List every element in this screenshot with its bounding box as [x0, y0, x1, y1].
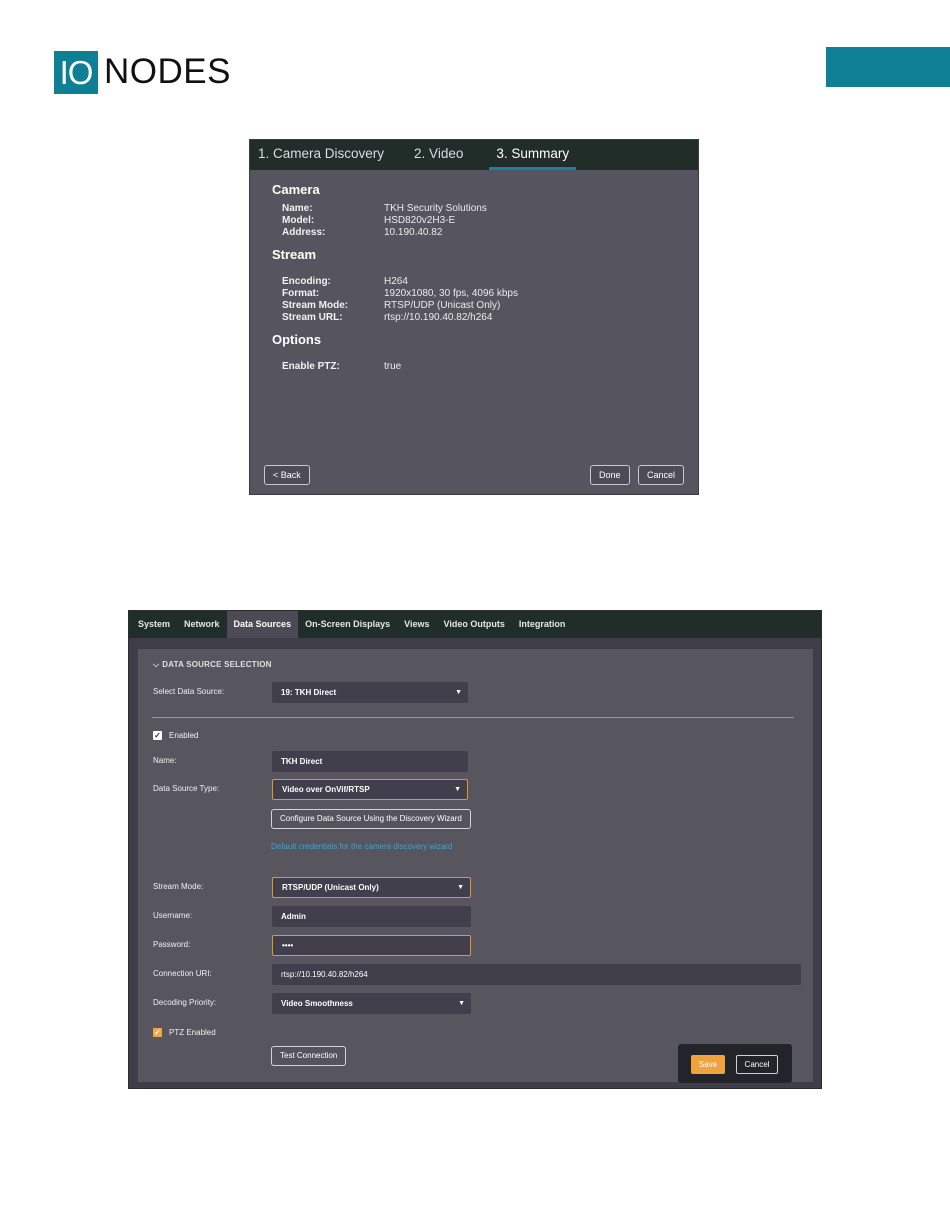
- name-label: Name:: [153, 756, 177, 765]
- summary-key: Model:: [282, 215, 315, 226]
- ptz-enabled-label: PTZ Enabled: [169, 1028, 216, 1037]
- caret-down-icon: ▼: [457, 884, 464, 891]
- nav-network[interactable]: Network: [177, 611, 227, 638]
- cancel-button[interactable]: Cancel: [736, 1055, 778, 1074]
- summary-row-model: Model: HSD820v2H3-E: [282, 215, 698, 227]
- ionodes-logo: IO NODES: [54, 50, 231, 94]
- section-title-options: Options: [272, 332, 322, 347]
- connection-uri-label: Connection URI:: [153, 969, 212, 978]
- save-button[interactable]: Save: [691, 1055, 725, 1074]
- summary-value: TKH Security Solutions: [384, 203, 487, 214]
- nav-integration[interactable]: Integration: [512, 611, 573, 638]
- summary-value: H264: [384, 276, 408, 287]
- enabled-label: Enabled: [169, 731, 199, 740]
- dropdown-value: Video over OnVif/RTSP: [282, 785, 370, 794]
- nav-data-sources[interactable]: Data Sources: [226, 611, 299, 638]
- header-accent-bar: [826, 47, 950, 87]
- caret-down-icon: ▼: [455, 689, 462, 696]
- caret-down-icon: ▼: [458, 1000, 465, 1007]
- wizard-cancel-button[interactable]: Cancel: [638, 465, 685, 485]
- username-input[interactable]: Admin: [272, 906, 471, 927]
- summary-row-stream-url: Stream URL: rtsp://10.190.40.82/h264: [282, 312, 698, 324]
- logo-wordmark: NODES: [104, 52, 231, 91]
- summary-key: Stream Mode:: [282, 300, 349, 311]
- section-title: DATA SOURCE SELECTION: [162, 660, 272, 669]
- discovery-wizard-dialog: 1. Camera Discovery 2. Video 3. Summary …: [249, 139, 699, 495]
- nav-views[interactable]: Views: [397, 611, 436, 638]
- enabled-checkbox[interactable]: ✓: [153, 731, 162, 740]
- dropdown-value: Video Smoothness: [281, 999, 353, 1008]
- username-label: Username:: [153, 911, 193, 920]
- summary-row-name: Name: TKH Security Solutions: [282, 203, 698, 215]
- summary-value: 10.190.40.82: [384, 227, 443, 238]
- nav-video-outputs[interactable]: Video Outputs: [436, 611, 511, 638]
- summary-value: HSD820v2H3-E: [384, 215, 456, 226]
- done-button[interactable]: Done: [590, 465, 630, 485]
- decoding-priority-dropdown[interactable]: Video Smoothness ▼: [272, 993, 471, 1014]
- summary-key: Enable PTZ:: [282, 361, 340, 372]
- section-title-camera: Camera: [272, 182, 320, 197]
- decoding-priority-label: Decoding Priority:: [153, 998, 217, 1007]
- save-bar: Save Cancel: [678, 1044, 792, 1083]
- logo-mark: IO: [54, 50, 98, 94]
- tab-camera-discovery[interactable]: 1. Camera Discovery: [254, 140, 388, 170]
- password-input[interactable]: ••••: [272, 935, 471, 956]
- nav-on-screen-displays[interactable]: On-Screen Displays: [298, 611, 397, 638]
- name-input[interactable]: TKH Direct: [272, 751, 468, 772]
- section-title-stream: Stream: [272, 247, 317, 262]
- summary-row-encoding: Encoding: H264: [282, 276, 698, 288]
- tab-video[interactable]: 2. Video: [410, 140, 467, 170]
- password-label: Password:: [153, 940, 191, 949]
- summary-row-format: Format: 1920x1080, 30 fps, 4096 kbps: [282, 288, 698, 300]
- summary-key: Encoding:: [282, 276, 331, 287]
- default-credentials-link[interactable]: Default credentials for the camera disco…: [271, 842, 452, 851]
- summary-key: Name:: [282, 203, 313, 214]
- select-data-source-dropdown[interactable]: 19: TKH Direct ▼: [272, 682, 468, 703]
- divider: [152, 717, 794, 718]
- summary-key: Address:: [282, 227, 326, 238]
- stream-mode-label: Stream Mode:: [153, 882, 204, 891]
- data-source-form: ⌵ DATA SOURCE SELECTION Select Data Sourc…: [138, 649, 813, 1082]
- section-toggle[interactable]: ⌵ DATA SOURCE SELECTION: [153, 660, 272, 670]
- dropdown-value: RTSP/UDP (Unicast Only): [282, 883, 379, 892]
- summary-row-stream-mode: Stream Mode: RTSP/UDP (Unicast Only): [282, 300, 698, 312]
- wizard-summary-body: Camera Name: TKH Security Solutions Model…: [250, 170, 698, 373]
- summary-key: Stream URL:: [282, 312, 343, 323]
- summary-value: rtsp://10.190.40.82/h264: [384, 312, 493, 323]
- dropdown-value: 19: TKH Direct: [281, 688, 337, 697]
- summary-row-address: Address: 10.190.40.82: [282, 227, 698, 239]
- test-connection-button[interactable]: Test Connection: [271, 1046, 347, 1066]
- summary-key: Format:: [282, 288, 320, 299]
- ptz-enabled-checkbox[interactable]: ✓: [153, 1028, 162, 1037]
- settings-nav: System Network Data Sources On-Screen Di…: [129, 611, 821, 638]
- caret-down-icon: ▼: [454, 786, 461, 793]
- wizard-tabs: 1. Camera Discovery 2. Video 3. Summary: [250, 140, 698, 170]
- select-data-source-label: Select Data Source:: [153, 687, 225, 696]
- tab-summary[interactable]: 3. Summary: [489, 140, 577, 170]
- data-source-type-label: Data Source Type:: [153, 784, 220, 793]
- chevron-down-icon: ⌵: [153, 660, 160, 669]
- summary-value: 1920x1080, 30 fps, 4096 kbps: [384, 288, 518, 299]
- nav-system[interactable]: System: [131, 611, 177, 638]
- connection-uri-input[interactable]: rtsp://10.190.40.82/h264: [272, 964, 801, 985]
- back-button[interactable]: < Back: [264, 465, 310, 485]
- discovery-wizard-button[interactable]: Configure Data Source Using the Discover…: [271, 809, 471, 829]
- stream-mode-dropdown[interactable]: RTSP/UDP (Unicast Only) ▼: [272, 877, 471, 898]
- summary-row-enable-ptz: Enable PTZ: true: [282, 361, 698, 373]
- summary-value: true: [384, 361, 402, 372]
- summary-value: RTSP/UDP (Unicast Only): [384, 300, 501, 311]
- settings-panel: System Network Data Sources On-Screen Di…: [128, 610, 822, 1089]
- data-source-type-dropdown[interactable]: Video over OnVif/RTSP ▼: [272, 779, 468, 800]
